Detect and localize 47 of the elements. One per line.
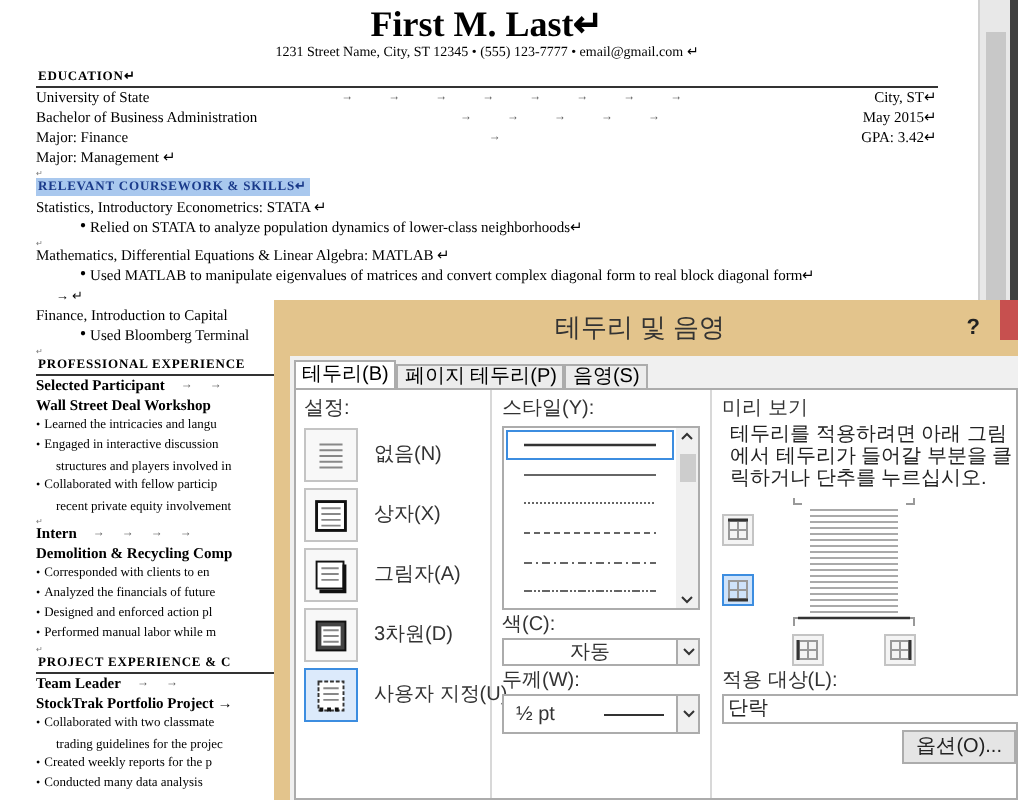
- dropdown[interactable]: 자동: [502, 638, 700, 666]
- instruction-text: 테두리를 적용하려면 아래 그림에서 테두리가 들어갈 부분을 클릭하거나 단추를 누르십시오.: [728, 424, 1015, 490]
- field-label: 스타일(Y):: [502, 398, 597, 422]
- window-title: 테두리 및 음영: [553, 310, 728, 347]
- setting-option[interactable]: [304, 608, 358, 662]
- chevron-up-icon: [680, 432, 694, 440]
- setting-option[interactable]: [304, 668, 358, 722]
- line-sample-icon: [524, 471, 656, 477]
- chevron-down-icon: [681, 648, 695, 656]
- border-toggle-button[interactable]: [722, 514, 754, 546]
- chevron-down-icon: [680, 596, 694, 604]
- dropdown[interactable]: ½ pt: [502, 694, 700, 734]
- tab[interactable]: 음영(S): [564, 364, 648, 388]
- setting-option[interactable]: [304, 488, 358, 542]
- border-grid-icon: [724, 576, 752, 604]
- help-button[interactable]: ?: [966, 311, 980, 345]
- tab[interactable]: 페이지 테두리(P): [396, 364, 565, 388]
- border-grid-icon: [724, 516, 752, 544]
- field-label: 적용 대상(L):: [722, 670, 840, 694]
- line-sample-icon: [524, 441, 656, 448]
- border-toggle-button[interactable]: [792, 634, 824, 666]
- border-grid-icon: [794, 636, 822, 664]
- field-label: 색(C):: [502, 614, 558, 638]
- option-label: 상자(X): [374, 502, 441, 530]
- field-label: 설정:: [304, 398, 352, 422]
- section-label: 미리 보기: [722, 398, 810, 422]
- line-sample-icon: [524, 588, 656, 595]
- line-sample-icon: [524, 559, 656, 566]
- scroll-thumb: [679, 454, 695, 482]
- line-sample-icon: [524, 500, 656, 507]
- line-style-option[interactable]: [506, 430, 674, 460]
- border-toggle-button[interactable]: [722, 574, 754, 606]
- options-button[interactable]: 옵션(O)...: [902, 730, 1016, 764]
- line-sample-icon: [604, 711, 664, 717]
- border-grid-icon: [886, 636, 914, 664]
- line-sample-icon: [524, 529, 656, 536]
- field-label: 두께(W):: [502, 670, 582, 692]
- name-heading: First M. Last↵: [370, 4, 604, 44]
- border-toggle-button[interactable]: [884, 634, 916, 666]
- tab[interactable]: 테두리(B): [294, 360, 397, 388]
- dropdown[interactable]: 단락: [722, 694, 1018, 724]
- chevron-down-icon: [681, 710, 695, 718]
- option-label: 그림자(A): [374, 562, 461, 590]
- option-label: 없음(N): [374, 442, 442, 470]
- option-label: 3차원(D): [374, 622, 453, 650]
- setting-option[interactable]: [304, 548, 358, 602]
- line-style-list[interactable]: [502, 426, 700, 610]
